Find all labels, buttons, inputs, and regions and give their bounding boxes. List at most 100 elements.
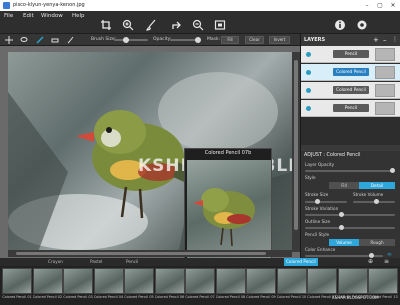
stroke-variation-slider[interactable] — [305, 212, 395, 217]
menu-help[interactable]: Help — [72, 13, 85, 19]
menu-window[interactable]: Window — [41, 13, 63, 19]
horizontal-scroll-thumb[interactable] — [16, 252, 266, 255]
fit-screen-icon[interactable] — [214, 19, 226, 31]
pencil-volume-button[interactable]: Volume — [329, 239, 359, 246]
lasso-icon[interactable] — [20, 36, 28, 44]
add-layer-icon[interactable]: + — [373, 36, 379, 44]
opacity-knob[interactable] — [194, 37, 201, 43]
preset-label: Colored Pencil 05 — [124, 295, 154, 299]
layer-thumbnail — [375, 84, 395, 97]
menu-toolbar: File Edit Window Help — [0, 11, 400, 34]
settings-icon[interactable] — [356, 19, 368, 31]
layer-item-selected[interactable]: Colored Pencil — [301, 64, 400, 81]
preset-item[interactable]: Colored Pencil 05 — [124, 268, 154, 303]
layer-opacity-label: Layer Opacity — [305, 162, 335, 167]
preset-thumbnail — [93, 268, 124, 294]
zoom-in-icon[interactable] — [122, 19, 134, 31]
slider-knob[interactable] — [390, 168, 395, 173]
preset-options-icon[interactable]: ≡ — [384, 258, 389, 265]
color-enhance-slider[interactable] — [305, 253, 383, 258]
tab-colored-pencil[interactable]: Colored Pencil — [284, 258, 318, 266]
layer-name: Colored Pencil — [333, 68, 369, 76]
preset-thumbnail — [2, 268, 32, 294]
preview-image — [187, 160, 271, 258]
minimize-button[interactable]: – — [361, 1, 373, 10]
layer-item[interactable]: Pencil — [301, 100, 400, 117]
maximize-button[interactable]: ▢ — [374, 1, 386, 10]
title-bar: pisco-klyun-yenya-kenon.jpg – ▢ ✕ — [0, 0, 400, 11]
preset-label: Colored Pencil 04 — [93, 295, 124, 299]
photo: KSHRPORTABLE Colored Pencil 07b — [8, 52, 300, 258]
preset-item[interactable]: Colored Pencil 08 — [215, 268, 246, 303]
preset-item[interactable]: Colored Pencil 04 — [93, 268, 124, 303]
menu-edit[interactable]: Edit — [23, 13, 34, 19]
adjust-panel: ADJUST : Colored Pencil Layer Opacity St… — [301, 151, 400, 258]
preset-item[interactable]: Colored Pencil 09 — [246, 268, 276, 303]
outline-size-label: Outline Size — [305, 219, 331, 224]
slider-knob[interactable] — [338, 225, 344, 230]
layer-name: Colored Pencil — [333, 86, 369, 94]
layer-item[interactable]: Colored Pencil — [301, 82, 400, 99]
slider-knob[interactable] — [315, 199, 321, 204]
preset-item[interactable]: Colored Pencil 07 — [185, 268, 215, 303]
preset-item[interactable]: Colored Pencil 10 — [276, 268, 307, 303]
layers-title: LAYERS — [304, 37, 326, 43]
stroke-size-slider[interactable] — [305, 199, 347, 204]
stroke-volume-label: Stroke Volume — [353, 192, 384, 197]
style-tabs-bar: Crayon Pastel Pencil Colored Pencil ⊕ ≡ — [0, 258, 400, 266]
layer-opacity-slider[interactable] — [305, 168, 395, 173]
brush-size-slider[interactable] — [114, 37, 148, 43]
adjust-title: ADJUST : Colored Pencil — [304, 153, 361, 158]
image-canvas[interactable]: KSHRPORTABLE Colored Pencil 07b — [0, 46, 300, 258]
remove-layer-icon[interactable]: – — [383, 36, 387, 44]
style-fill-button[interactable]: Fill — [329, 182, 359, 189]
link-icon[interactable]: ∞ — [387, 251, 392, 258]
mask-fill-button[interactable]: Fill — [221, 36, 239, 44]
preset-item[interactable]: Colored Pencil 06 — [154, 268, 185, 303]
zoom-out-icon[interactable] — [192, 19, 204, 31]
color-enhance-label: Color Enhance — [305, 247, 336, 252]
style-detail-button[interactable]: Detail — [359, 182, 395, 189]
slider-knob[interactable] — [338, 212, 344, 217]
add-preset-icon[interactable]: ⊕ — [368, 258, 373, 265]
pen-icon[interactable] — [67, 36, 75, 44]
vertical-scrollbar[interactable] — [292, 52, 300, 252]
horizontal-scrollbar[interactable] — [8, 250, 292, 257]
layer-options-icon[interactable]: ⋮ — [392, 36, 398, 43]
preset-item[interactable]: Colored Pencil 03 — [63, 268, 93, 303]
layer-name: Pencil — [333, 50, 369, 58]
slider-knob[interactable] — [373, 199, 379, 204]
pencil-rough-button[interactable]: Rough — [359, 239, 395, 246]
visibility-icon[interactable] — [306, 70, 311, 75]
eraser-icon[interactable] — [51, 36, 59, 44]
move-icon[interactable] — [5, 36, 13, 44]
crop-icon[interactable] — [100, 19, 112, 31]
mask-clear-button[interactable]: Clear — [245, 36, 264, 44]
close-button[interactable]: ✕ — [387, 1, 399, 10]
tab-pencil[interactable]: Pencil — [126, 259, 138, 264]
brush-tool-icon[interactable] — [36, 36, 44, 44]
menu-file[interactable]: File — [4, 13, 13, 19]
stroke-variation-label: Stroke Variation — [305, 206, 339, 211]
tab-pastel[interactable]: Pastel — [90, 259, 102, 264]
visibility-icon[interactable] — [306, 52, 311, 57]
brush-size-knob[interactable] — [123, 37, 130, 43]
visibility-icon[interactable] — [306, 88, 311, 93]
visibility-icon[interactable] — [306, 106, 311, 111]
outline-size-slider[interactable] — [305, 225, 395, 230]
preset-item[interactable]: Colored Pencil 02 — [32, 268, 63, 303]
stroke-volume-slider[interactable] — [353, 199, 395, 204]
presets-strip: Colored Pencil 01 Colored Pencil 02 Colore… — [0, 266, 400, 305]
vertical-scroll-thumb[interactable] — [294, 60, 298, 230]
mask-invert-button[interactable]: Invert — [269, 36, 290, 44]
layer-item[interactable]: Pencil — [301, 46, 400, 63]
tab-crayon[interactable]: Crayon — [48, 259, 63, 264]
redo-icon[interactable] — [170, 19, 182, 31]
preview-bird-illustration — [193, 188, 255, 247]
info-icon[interactable] — [334, 19, 346, 31]
opacity-label: Opacity: — [153, 37, 172, 42]
opacity-slider[interactable] — [170, 37, 201, 43]
preset-item[interactable]: Colored Pencil 01 — [2, 268, 32, 303]
brush-icon[interactable] — [145, 19, 157, 31]
mask-label: Mask: — [207, 37, 221, 42]
